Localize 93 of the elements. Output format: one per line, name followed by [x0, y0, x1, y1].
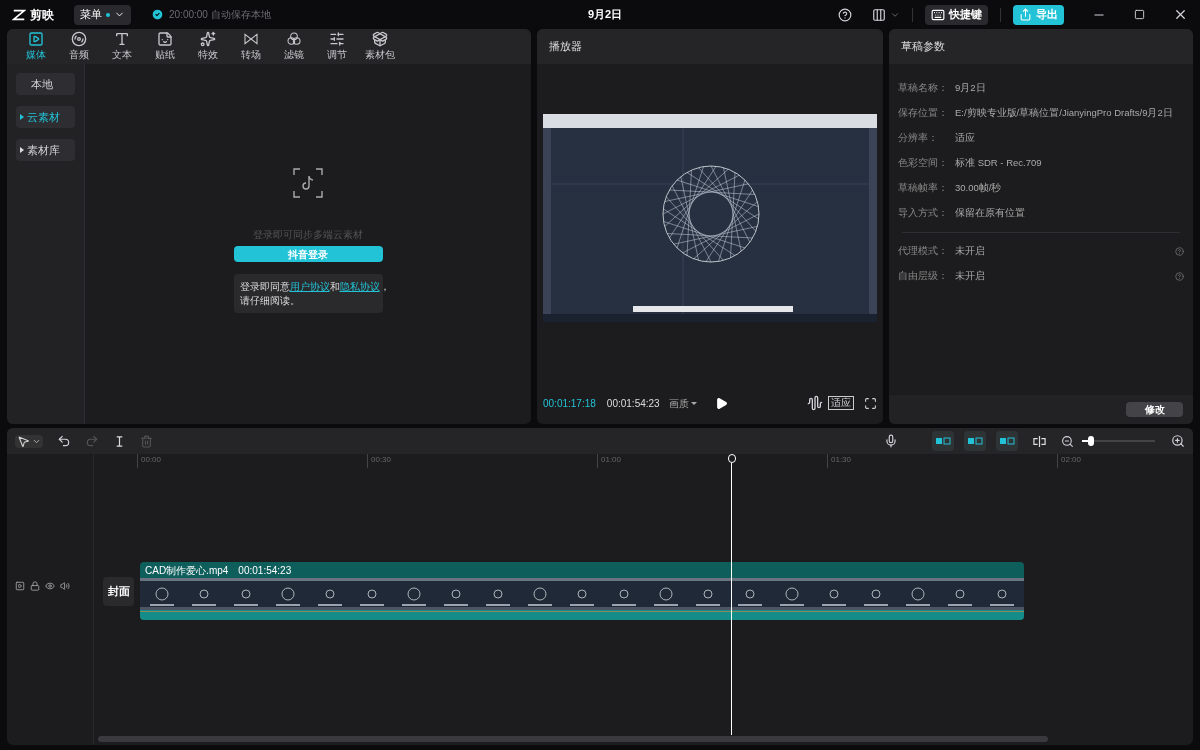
zoom-out-icon[interactable] — [1061, 434, 1074, 448]
undo-icon[interactable] — [57, 434, 71, 448]
zoom-in-icon[interactable] — [1171, 434, 1185, 448]
media-tab[interactable]: 贴纸 — [150, 31, 180, 62]
param-label: 自由层级： — [898, 269, 949, 284]
media-tab[interactable]: 文本 — [107, 31, 137, 62]
maximize-icon[interactable] — [1134, 9, 1145, 20]
select-tool[interactable] — [15, 434, 43, 448]
media-tab[interactable]: 调节 — [322, 31, 352, 62]
clip-name: CAD制作爱心.mp4 — [145, 563, 229, 578]
quality-dropdown[interactable]: 画质 — [668, 395, 697, 411]
snap-toggle[interactable] — [964, 431, 986, 451]
autosave-status: 20:00:00 自动保存本地 — [169, 8, 271, 22]
clip-duration: 00:01:54:23 — [238, 563, 292, 578]
param-value: 适应 — [955, 131, 975, 146]
param-label: 色彩空间： — [898, 156, 949, 171]
sidebar-item[interactable]: 云素材 — [16, 106, 75, 128]
panel-title: 草稿参数 — [901, 39, 945, 55]
playhead[interactable] — [727, 454, 736, 735]
cover-button[interactable]: 封面 — [103, 576, 134, 606]
media-tab[interactable]: 媒体 — [21, 31, 51, 62]
sidebar-item[interactable]: 素材库 — [16, 139, 75, 161]
param-label: 草稿帧率： — [898, 181, 949, 196]
sidebar-item[interactable]: 本地 — [16, 73, 75, 95]
fullscreen-icon[interactable] — [864, 396, 877, 410]
close-icon[interactable] — [1173, 7, 1188, 22]
param-label: 分辨率： — [898, 131, 939, 146]
user-agreement-link[interactable]: 用户协议 — [289, 280, 330, 294]
panel-title: 播放器 — [549, 39, 582, 55]
edit-button[interactable]: 修改 — [1126, 402, 1183, 417]
param-label: 保存位置： — [898, 106, 949, 121]
param-value: 未开启 — [955, 244, 985, 259]
param-value: 30.00帧/秒 — [955, 181, 1002, 196]
share-icon — [1019, 8, 1032, 21]
sliders-icon — [329, 31, 345, 47]
cursor-icon — [17, 434, 30, 448]
media-tab[interactable]: 转场 — [236, 31, 266, 62]
param-value: 标准 SDR - Rec.709 — [955, 156, 1042, 171]
app-name: 剪映 — [30, 6, 54, 24]
rings-icon — [286, 31, 302, 47]
snap-toggle[interactable] — [932, 431, 954, 451]
agreement-text: ， — [379, 280, 390, 294]
fit-button[interactable]: 适应 — [828, 396, 854, 410]
param-label: 导入方式： — [898, 206, 949, 221]
snap-icon — [999, 437, 1015, 445]
ruler-label: 01:30 — [831, 455, 852, 464]
param-value: 9月2日 — [955, 81, 986, 96]
text-icon — [114, 31, 130, 47]
video-clip[interactable]: CAD制作爱心.mp4 00:01:54:23 — [140, 562, 1024, 620]
layout-icon — [872, 7, 886, 22]
sparkle-icon — [200, 31, 216, 47]
agreement-text: 和 — [329, 280, 340, 294]
media-tab[interactable]: 素材包 — [365, 31, 395, 62]
lock-icon[interactable] — [30, 581, 40, 591]
snap-icon — [967, 437, 983, 445]
bowtie-icon — [243, 31, 259, 47]
media-tab[interactable]: 滤镜 — [279, 31, 309, 62]
menu-button[interactable]: 菜单 — [74, 4, 131, 25]
zoom-slider[interactable] — [1082, 436, 1155, 446]
shortcut-button[interactable]: 快捷键 — [925, 4, 988, 25]
window-title: 9月2日 — [588, 7, 623, 23]
snap-icon — [935, 437, 951, 445]
total-time: 00:01:54:23 — [606, 396, 660, 411]
layout-button[interactable] — [872, 7, 900, 22]
keyboard-icon — [931, 7, 945, 22]
tiktok-icon — [292, 167, 324, 199]
microphone-icon[interactable] — [884, 434, 898, 448]
param-value: 保留在原有位置 — [955, 206, 1025, 221]
media-tab[interactable]: 特效 — [193, 31, 223, 62]
agreement-text: 请仔细阅读。 — [239, 295, 300, 306]
param-value: 未开启 — [955, 269, 985, 284]
sticker-icon — [157, 31, 173, 47]
snap-toggle[interactable] — [996, 431, 1018, 451]
current-time: 00:01:17:18 — [543, 396, 596, 411]
play-square-icon — [28, 31, 44, 47]
media-tab[interactable]: 音频 — [64, 31, 94, 62]
check-icon — [151, 8, 164, 21]
privacy-link[interactable]: 隐私协议 — [339, 280, 380, 294]
play-icon[interactable] — [714, 396, 728, 410]
split-tool-icon[interactable] — [1032, 434, 1047, 448]
ruler-label: 01:00 — [601, 455, 622, 464]
disc-icon — [71, 31, 87, 47]
eye-icon[interactable] — [45, 581, 55, 591]
video-track-icon[interactable] — [15, 581, 25, 591]
agreement-text: 登录即同意 — [239, 280, 290, 294]
logo-icon — [12, 7, 26, 22]
param-label: 草稿名称： — [898, 81, 949, 96]
waveform-icon[interactable] — [807, 395, 823, 411]
param-value: E:/剪映专业版/草稿位置/JianyingPro Drafts/9月2日 — [955, 106, 1173, 121]
package-icon — [372, 31, 388, 47]
speaker-icon[interactable] — [60, 581, 70, 591]
param-label: 代理模式： — [898, 244, 949, 259]
ruler-label: 02:00 — [1061, 455, 1082, 464]
